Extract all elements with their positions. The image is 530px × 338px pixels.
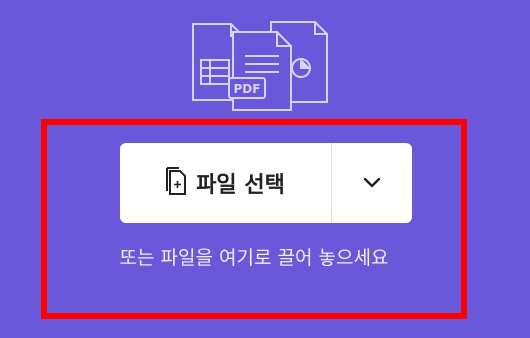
drop-hint-text: 또는 파일을 여기로 끌어 놓으세요 bbox=[119, 247, 389, 269]
pdf-badge-text: PDF bbox=[234, 82, 261, 96]
choose-file-label: 파일 선택 bbox=[196, 173, 285, 198]
documents-illustration-icon: PDF bbox=[187, 16, 333, 112]
file-drop-zone[interactable]: 파일 선택 또는 파일을 여기로 끌어 놓으세요 bbox=[41, 119, 467, 319]
file-picker: 파일 선택 bbox=[120, 143, 412, 223]
add-file-icon bbox=[166, 167, 187, 199]
chevron-down-icon bbox=[363, 174, 381, 193]
source-dropdown-button[interactable] bbox=[332, 143, 412, 223]
choose-file-button[interactable]: 파일 선택 bbox=[120, 143, 331, 223]
